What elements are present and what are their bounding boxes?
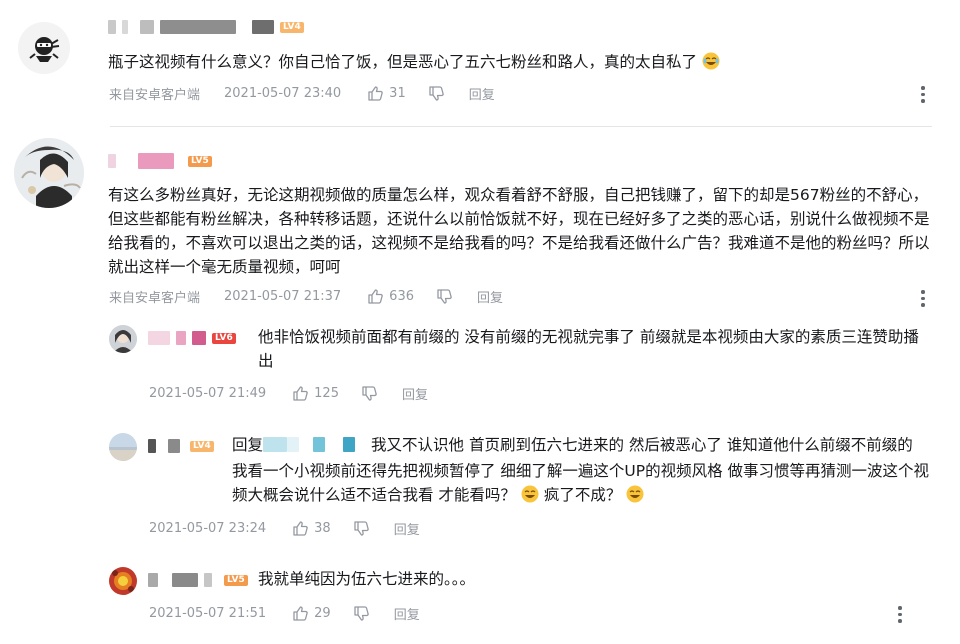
- thumbs-down-icon: [354, 605, 369, 621]
- reply-avatar[interactable]: [109, 325, 137, 353]
- like-count: 29: [314, 605, 331, 621]
- comment-meta: 来自安卓客户端 2021-05-07 21:37 636 回复: [109, 286, 503, 306]
- laughing-crying-emoji: [521, 485, 539, 503]
- thumbs-up-icon: [293, 385, 308, 401]
- username-masked[interactable]: LV4: [148, 437, 214, 455]
- level-badge: LV5: [224, 574, 248, 586]
- more-options-icon[interactable]: [921, 290, 925, 310]
- thumbs-up-icon: [293, 520, 308, 536]
- reply-button[interactable]: 回复: [477, 287, 503, 306]
- sky-avatar-icon: [109, 433, 137, 461]
- red-pattern-avatar-icon: [109, 567, 137, 595]
- anime-girl-avatar-icon: [14, 138, 84, 208]
- timestamp: 2021-05-07 23:24: [149, 520, 267, 536]
- like-button[interactable]: 636: [367, 288, 414, 305]
- thumbs-up-icon: [368, 85, 383, 101]
- thumbs-down-icon: [437, 288, 452, 304]
- like-button[interactable]: 29: [292, 605, 331, 622]
- dislike-button[interactable]: [436, 288, 453, 305]
- timestamp: 2021-05-07 21:51: [149, 605, 267, 621]
- mentioned-user-masked[interactable]: [263, 435, 371, 459]
- reply-text: 我就单纯因为伍六七进来的。。。: [258, 570, 476, 588]
- reply-prefix: 回复: [232, 436, 264, 454]
- reply-meta: 2021-05-07 21:51 29 回复: [149, 603, 420, 623]
- timestamp: 2021-05-07 21:49: [149, 385, 267, 401]
- username-masked[interactable]: LV4: [108, 18, 304, 36]
- reply-avatar[interactable]: [109, 567, 137, 595]
- dislike-button[interactable]: [361, 385, 378, 402]
- comment-text: 有这么多粉丝真好，无论这期视频做的质量怎么样，观众看着舒不舒服，自己把钱赚了，留…: [108, 186, 930, 276]
- level-badge: LV4: [190, 440, 214, 452]
- reply-meta: 2021-05-07 23:24 38 回复: [149, 518, 420, 538]
- reply-button[interactable]: 回复: [402, 384, 428, 403]
- client-source: 来自安卓客户端: [109, 290, 201, 306]
- like-button[interactable]: 38: [292, 520, 331, 537]
- dislike-button[interactable]: [353, 605, 370, 622]
- dislike-button[interactable]: [353, 520, 370, 537]
- like-count: 125: [314, 385, 339, 401]
- thumbs-up-icon: [293, 605, 308, 621]
- laughing-crying-emoji: [702, 52, 720, 70]
- reply-button[interactable]: 回复: [394, 604, 420, 623]
- ninja-avatar-icon: [18, 22, 70, 74]
- reply-avatar[interactable]: [109, 433, 137, 461]
- avatar[interactable]: [18, 22, 70, 74]
- level-badge: LV5: [188, 155, 212, 167]
- thumbs-down-icon: [429, 85, 444, 101]
- reply-text: 他非恰饭视频前面都有前缀的 没有前缀的无视就完事了 前缀就是本视频由大家的素质三…: [258, 328, 919, 370]
- thumbs-down-icon: [362, 385, 377, 401]
- level-badge: LV6: [212, 332, 236, 344]
- reply-meta: 2021-05-07 21:49 125 回复: [149, 383, 428, 403]
- dislike-button[interactable]: [428, 85, 445, 102]
- username-masked[interactable]: LV5: [148, 571, 248, 589]
- laughing-crying-emoji: [626, 485, 644, 503]
- username-masked[interactable]: LV6: [148, 329, 236, 347]
- timestamp: 2021-05-07 23:40: [224, 85, 342, 101]
- like-button[interactable]: 31: [367, 85, 406, 102]
- divider: [110, 126, 932, 127]
- client-source: 来自安卓客户端: [109, 87, 201, 103]
- like-count: 38: [314, 520, 331, 536]
- thumbs-down-icon: [354, 520, 369, 536]
- reply-button[interactable]: 回复: [469, 84, 495, 103]
- like-button[interactable]: 125: [292, 385, 339, 402]
- like-count: 31: [389, 85, 406, 101]
- reply-button[interactable]: 回复: [394, 519, 420, 538]
- like-count: 636: [389, 288, 414, 304]
- thumbs-up-icon: [368, 288, 383, 304]
- level-badge: LV4: [280, 21, 304, 33]
- timestamp: 2021-05-07 21:37: [224, 288, 342, 304]
- comment-text: 瓶子这视频有什么意义？你自己恰了饭，但是恶心了五六七粉丝和路人，真的太自私了: [108, 50, 908, 74]
- username-masked[interactable]: LV5: [108, 152, 212, 170]
- more-options-icon[interactable]: [898, 606, 902, 626]
- reply-text: 回复 我又不认识他 首页刷到伍六七进来的 然后被恶心了 谁知道他什么前缀不前缀的 …: [232, 435, 930, 504]
- more-options-icon[interactable]: [921, 86, 925, 106]
- anime-avatar-icon: [109, 325, 137, 353]
- comment-meta: 来自安卓客户端 2021-05-07 23:40 31 回复: [109, 83, 495, 103]
- avatar[interactable]: [14, 138, 84, 208]
